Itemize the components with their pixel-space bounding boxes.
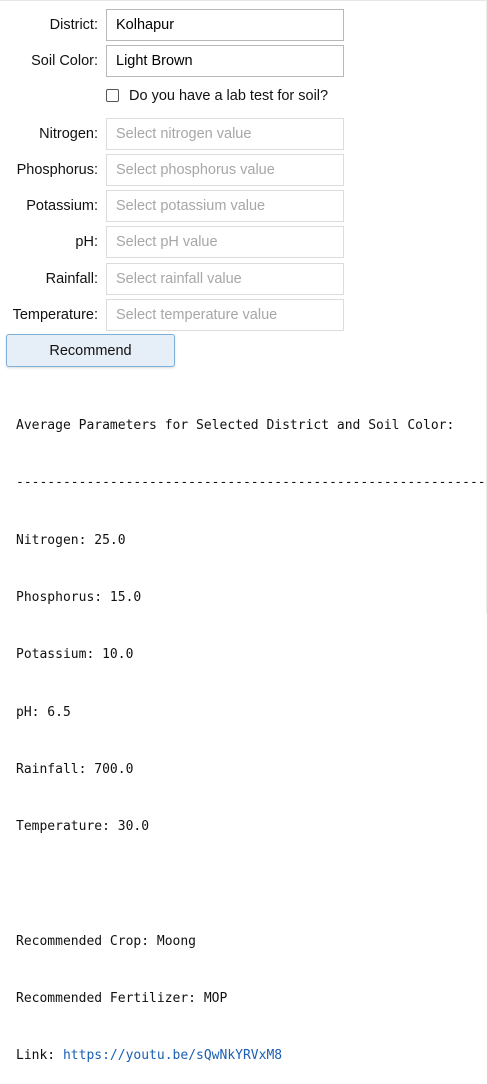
ph-input[interactable] [106,226,344,258]
result-crop: Recommended Crop: Moong [16,933,197,949]
result-temperature: Temperature: 30.0 [16,819,150,835]
result-link[interactable]: https://youtu.be/sQwNkYRVxM8 [63,1048,282,1063]
results-blank-line [16,874,486,893]
phosphorus-row: Phosphorus: [0,154,487,186]
ph-label: pH: [75,234,98,250]
result-ph: pH: 6.5 [16,704,71,720]
district-input[interactable] [106,9,344,41]
result-link-line: Link: https://youtu.be/sQwNkYRVxM8 [16,1046,486,1065]
results-separator: ----------------------------------------… [16,475,486,491]
nitrogen-input[interactable] [106,118,344,150]
temperature-label: Temperature: [12,307,98,323]
soil-color-row: Soil Color: [0,45,487,77]
district-row: District: [0,9,487,41]
nitrogen-row: Nitrogen: [0,118,487,150]
result-link-label: Link: [16,1048,63,1064]
temperature-row: Temperature: [0,299,487,331]
phosphorus-label: Phosphorus: [16,162,98,178]
result-phosphorus: Phosphorus: 15.0 [16,590,142,606]
top-divider [0,0,487,1]
results-output: Average Parameters for Selected District… [16,378,486,1084]
potassium-row: Potassium: [0,190,487,222]
rainfall-label: Rainfall: [45,271,98,287]
district-label: District: [49,17,98,33]
temperature-input[interactable] [106,299,344,331]
potassium-label: Potassium: [26,198,98,214]
recommend-button[interactable]: Recommend [6,334,175,367]
result-fertilizer: Recommended Fertilizer: MOP [16,991,228,1006]
soil-color-label: Soil Color: [31,53,98,69]
lab-test-label: Do you have a lab test for soil? [129,88,329,104]
phosphorus-input[interactable] [106,154,344,186]
result-nitrogen: Nitrogen: 25.0 [16,532,126,548]
rainfall-row: Rainfall: [0,263,487,295]
nitrogen-label: Nitrogen: [39,126,98,142]
results-heading: Average Parameters for Selected District… [16,418,455,434]
ph-row: pH: [0,226,487,258]
soil-color-input[interactable] [106,45,344,77]
result-rainfall: Rainfall: 700.0 [16,761,134,777]
rainfall-input[interactable] [106,263,344,295]
potassium-input[interactable] [106,190,344,222]
result-potassium: Potassium: 10.0 [16,647,134,663]
lab-test-checkbox[interactable] [106,89,119,102]
